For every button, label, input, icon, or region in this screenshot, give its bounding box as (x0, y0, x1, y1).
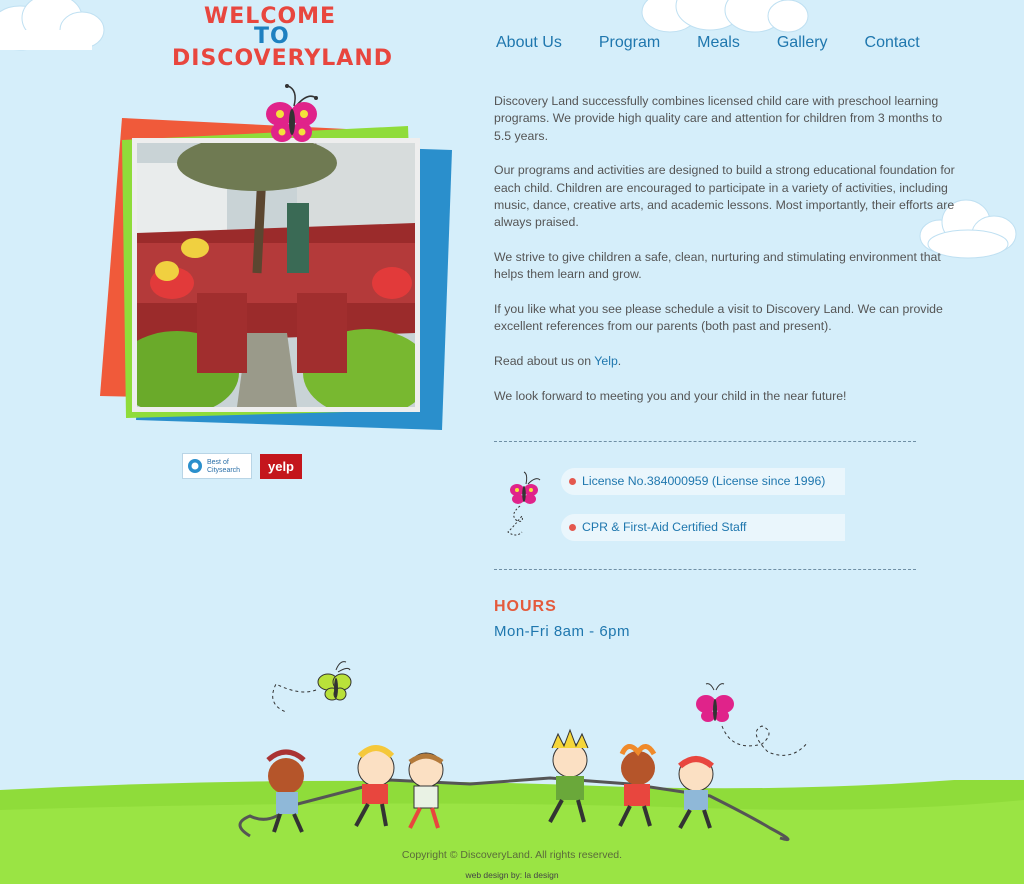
intro-paragraph-6: We look forward to meeting you and your … (494, 389, 847, 404)
intro-content: Discovery Land successfully combines lic… (494, 93, 956, 423)
divider-bottom (494, 569, 916, 570)
intro-paragraph-1: Discovery Land successfully combines lic… (494, 94, 943, 143)
cpr-info: CPR & First-Aid Certified Staff (561, 514, 845, 541)
logo-discoveryland-text: DISCOVERYLAND (172, 46, 393, 71)
license-info: License No.384000959 (License since 1996… (561, 468, 845, 495)
footer-design-credit[interactable]: web design by: la design (0, 870, 1024, 880)
citysearch-line1: Best of (207, 459, 229, 466)
cloud-top-left (0, 0, 105, 51)
main-nav: About Us Program Meals Gallery Contact (496, 34, 957, 52)
yelp-link[interactable]: Yelp (594, 354, 617, 368)
yelp-logo-text: yelp (267, 459, 294, 474)
butterfly-icon (266, 84, 318, 142)
footer-copyright: Copyright © DiscoveryLand. All rights re… (401, 849, 623, 861)
intro-paragraph-4: If you like what you see please schedule… (494, 302, 943, 334)
intro-paragraph-5: Read about us on Yelp. (494, 353, 956, 370)
yelp-prefix-text: Read about us on (494, 354, 592, 369)
nav-about-us[interactable]: About Us (496, 34, 562, 52)
kids-tug-of-war-illustration (238, 661, 809, 842)
yelp-suffix-text: . (617, 354, 622, 369)
intro-paragraph-2: Our programs and activities are designed… (494, 163, 955, 230)
hours-title: HOURS (494, 598, 557, 615)
divider-top (494, 441, 916, 442)
nav-contact[interactable]: Contact (865, 34, 920, 52)
playground-photo-frame (96, 84, 462, 436)
citysearch-icon (188, 459, 202, 473)
nav-meals[interactable]: Meals (697, 34, 740, 52)
nav-gallery[interactable]: Gallery (777, 34, 828, 52)
hours-value: Mon-Fri 8am - 6pm (494, 623, 631, 640)
intro-paragraph-3: We strive to give children a safe, clean… (494, 250, 941, 282)
citysearch-line2: Citysearch (207, 467, 241, 474)
cloud-top-center (641, 0, 809, 33)
citysearch-badge[interactable]: Best of Citysearch (182, 453, 252, 479)
yelp-badge[interactable]: yelp (260, 454, 302, 479)
site-logo[interactable]: WELCOME TO DISCOVERYLAND (168, 2, 392, 74)
playground-photo (132, 138, 420, 412)
nav-program[interactable]: Program (599, 34, 660, 52)
small-butterfly-icon (507, 471, 541, 536)
